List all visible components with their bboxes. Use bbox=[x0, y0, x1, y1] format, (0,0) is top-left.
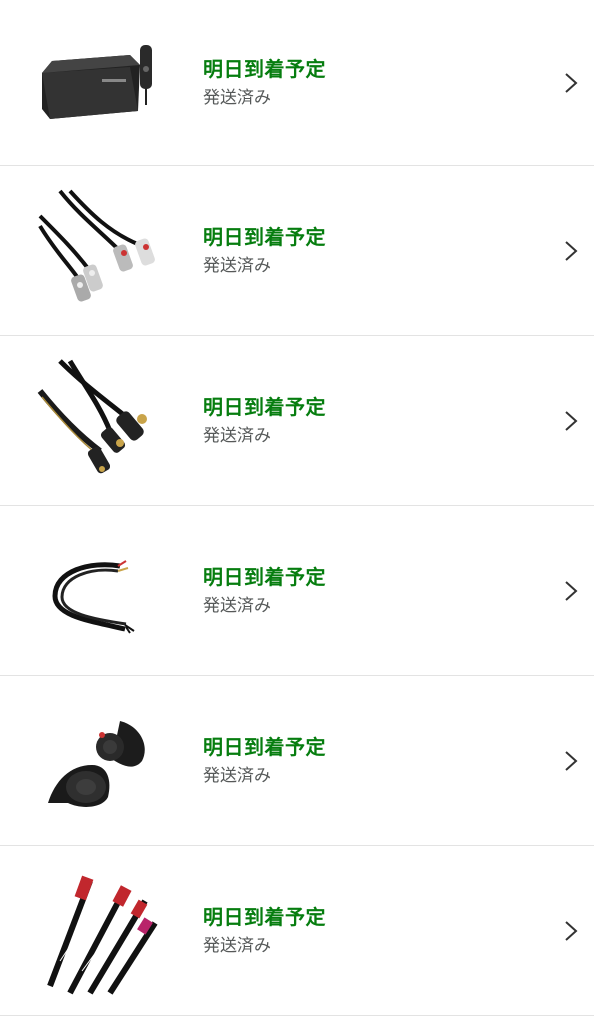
order-row[interactable]: 明日到着予定 発送済み bbox=[0, 676, 594, 846]
chevron-right-icon[interactable] bbox=[564, 580, 578, 602]
wire-harness-icon bbox=[30, 521, 170, 661]
order-row[interactable]: 明日到着予定 発送済み bbox=[0, 0, 594, 166]
chevron-right-icon[interactable] bbox=[564, 410, 578, 432]
chevron-right-icon[interactable] bbox=[564, 750, 578, 772]
order-row[interactable]: 明日到着予定 発送済み bbox=[0, 506, 594, 676]
shipping-status: 発送済み bbox=[203, 87, 271, 108]
delivery-status: 明日到着予定 bbox=[203, 734, 326, 759]
order-row[interactable]: 明日到着予定 発送済み bbox=[0, 166, 594, 336]
rca-cable-icon bbox=[30, 181, 170, 321]
delivery-status: 明日到着予定 bbox=[203, 904, 326, 929]
order-text: 明日到着予定 発送済み bbox=[203, 394, 326, 448]
delivery-status: 明日到着予定 bbox=[203, 56, 326, 81]
order-row[interactable]: 明日到着予定 発送済み bbox=[0, 336, 594, 506]
delivery-status: 明日到着予定 bbox=[203, 564, 326, 589]
chevron-right-icon[interactable] bbox=[564, 920, 578, 942]
delivery-status: 明日到着予定 bbox=[203, 224, 326, 249]
shipping-status: 発送済み bbox=[203, 935, 271, 956]
order-list: 明日到着予定 発送済み 明日到着予定 発送済み 明日到着予定 発送済み 明日到着… bbox=[0, 0, 594, 1016]
shipping-status: 発送済み bbox=[203, 255, 271, 276]
amplifier-box-icon bbox=[30, 13, 170, 153]
chevron-right-icon[interactable] bbox=[564, 72, 578, 94]
delivery-status: 明日到着予定 bbox=[203, 394, 326, 419]
order-text: 明日到着予定 発送済み bbox=[203, 734, 326, 788]
order-text: 明日到着予定 発送済み bbox=[203, 224, 326, 278]
car-horn-icon bbox=[30, 691, 170, 831]
order-row[interactable]: 明日到着予定 発送済み bbox=[0, 846, 594, 1016]
wiper-blades-icon bbox=[30, 861, 170, 1001]
order-text: 明日到着予定 発送済み bbox=[203, 564, 326, 618]
rca-splitter-cable-icon bbox=[30, 351, 170, 491]
shipping-status: 発送済み bbox=[203, 765, 271, 786]
order-text: 明日到着予定 発送済み bbox=[203, 904, 326, 958]
chevron-right-icon[interactable] bbox=[564, 240, 578, 262]
order-text: 明日到着予定 発送済み bbox=[203, 56, 326, 110]
shipping-status: 発送済み bbox=[203, 595, 271, 616]
shipping-status: 発送済み bbox=[203, 425, 271, 446]
